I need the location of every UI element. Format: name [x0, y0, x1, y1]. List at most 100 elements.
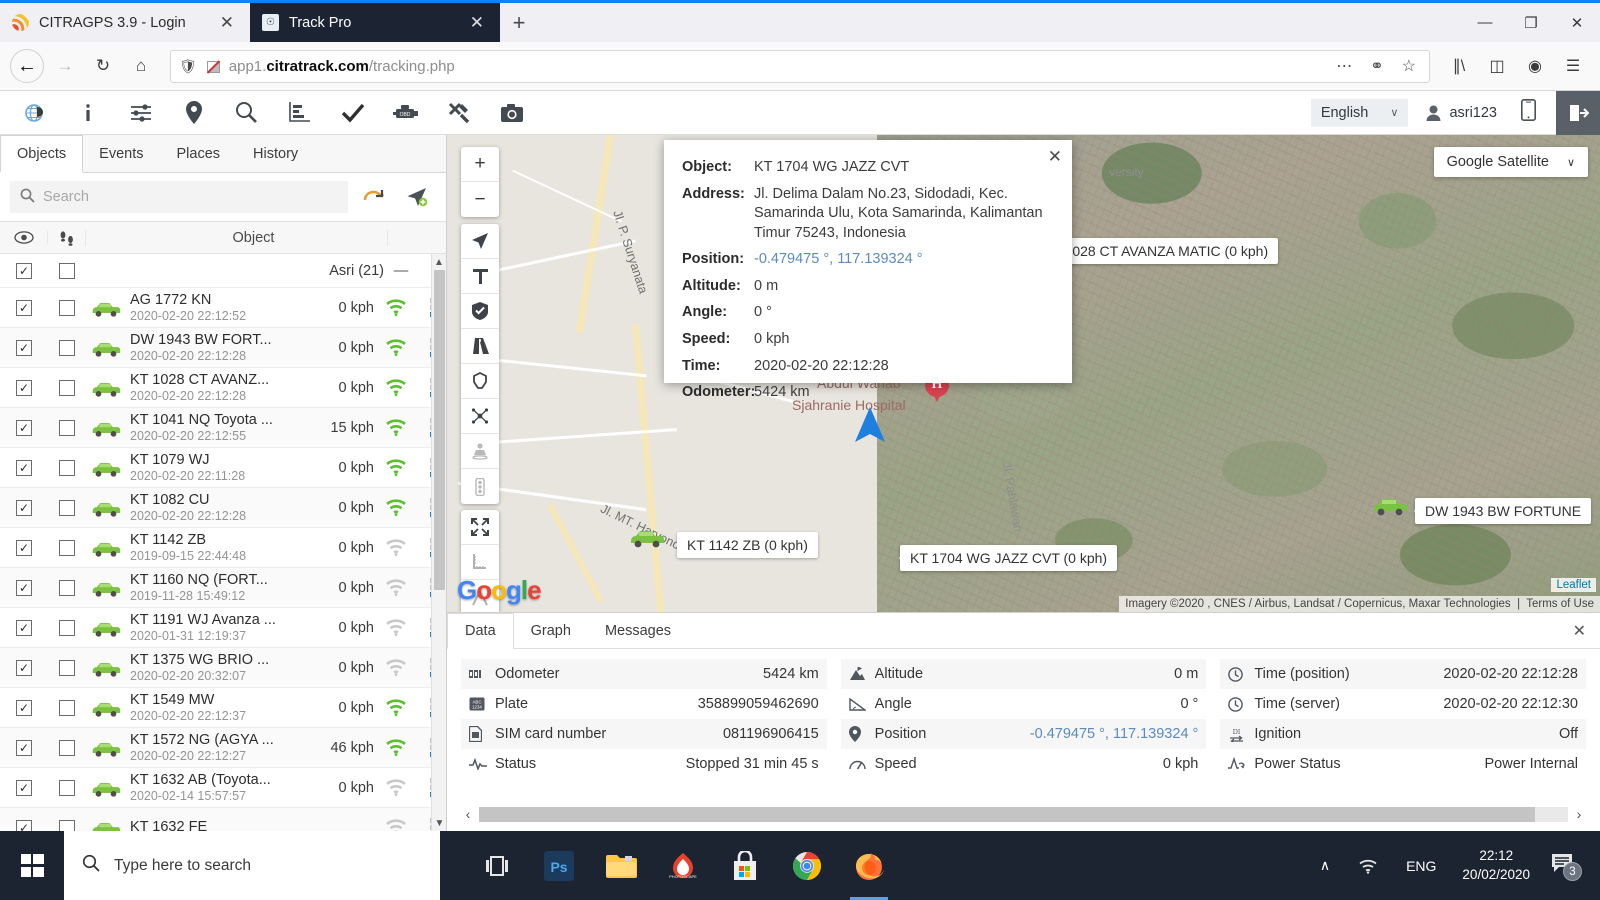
object-list-item[interactable]: ✓ KT 1082 CU 2020-02-20 22:12:28 0 kph	[0, 488, 446, 528]
text-label-icon[interactable]	[461, 259, 499, 294]
map-vehicle-label[interactable]: KT 1704 WG JAZZ CVT (0 kph)	[898, 545, 1118, 571]
leaflet-attribution-link[interactable]: Leaflet	[1551, 578, 1596, 592]
object-visible-checkbox[interactable]: ✓	[16, 619, 32, 636]
object-visible-checkbox[interactable]: ✓	[16, 779, 32, 796]
search-zoom-icon[interactable]	[220, 92, 273, 134]
object-visible-checkbox[interactable]: ✓	[16, 339, 32, 356]
sidebar-icon[interactable]: ◫	[1480, 49, 1514, 83]
data-panel-close-icon[interactable]: ✕	[1573, 621, 1586, 641]
popup-field-value[interactable]: -0.479475 °, 117.139324 °	[754, 250, 923, 270]
sidebar-scrollbar[interactable]: ▲ ▼	[431, 254, 446, 831]
bookmark-star-icon[interactable]: ☆	[1397, 56, 1421, 76]
object-visible-checkbox[interactable]: ✓	[16, 819, 32, 831]
object-visible-checkbox[interactable]: ✓	[16, 419, 32, 436]
check-icon[interactable]	[326, 92, 379, 134]
map-vehicle-label[interactable]: DW 1943 BW FORTUNE	[1413, 498, 1592, 524]
object-visible-checkbox[interactable]: ✓	[16, 699, 32, 716]
info-icon[interactable]	[61, 92, 114, 134]
object-visible-checkbox[interactable]: ✓	[16, 739, 32, 756]
tools-icon[interactable]	[432, 92, 485, 134]
scrollbar-track[interactable]	[479, 806, 1568, 822]
group-visible-checkbox[interactable]: ✓	[16, 262, 32, 279]
object-follow-checkbox[interactable]	[59, 499, 75, 516]
data-field-value[interactable]: -0.479475 °, 117.139324 °	[1030, 726, 1199, 742]
library-icon[interactable]: ∥\	[1442, 49, 1476, 83]
url-bar[interactable]: 🛡 app1.citratrack.com/tracking.php ⋯ ⚭ ☆	[170, 49, 1430, 83]
more-dots-icon[interactable]: ⋯	[1331, 56, 1357, 76]
reload-icon[interactable]: ↻	[86, 49, 120, 83]
object-follow-checkbox[interactable]	[59, 819, 75, 831]
settings-sliders-icon[interactable]	[114, 92, 167, 134]
forward-icon[interactable]: →	[48, 49, 82, 83]
scrollbar-thumb[interactable]	[479, 806, 1536, 822]
photoshop-icon[interactable]: Ps	[528, 831, 590, 900]
new-tab-button[interactable]: +	[500, 3, 538, 42]
account-icon[interactable]: ◉	[1518, 49, 1552, 83]
object-visible-checkbox[interactable]: ✓	[16, 299, 32, 316]
user-menu[interactable]: asri123	[1426, 105, 1497, 121]
object-list-item[interactable]: ✓ KT 1079 WJ 2020-02-20 22:11:28 0 kph	[0, 448, 446, 488]
scroll-down-icon[interactable]: ▼	[432, 815, 446, 831]
home-icon[interactable]: ⌂	[124, 49, 158, 83]
object-follow-checkbox[interactable]	[59, 619, 75, 636]
group-collapse-icon[interactable]: —	[384, 263, 418, 279]
object-follow-checkbox[interactable]	[59, 539, 75, 556]
object-visible-checkbox[interactable]: ✓	[16, 459, 32, 476]
hamburger-menu-icon[interactable]: ☰	[1556, 49, 1590, 83]
wifi-icon[interactable]	[1344, 858, 1392, 874]
scroll-left-icon[interactable]: ‹	[461, 806, 475, 822]
object-list-item[interactable]: ✓ KT 1632 FE	[0, 808, 446, 831]
polygon-icon[interactable]	[461, 364, 499, 399]
tab-messages[interactable]: Messages	[588, 613, 688, 648]
close-icon[interactable]: ✕	[466, 13, 488, 33]
tab-graph[interactable]: Graph	[514, 613, 588, 648]
photoscape-icon[interactable]: PHOTOSCAPE	[652, 831, 714, 900]
object-list-item[interactable]: ✓ KT 1028 CT AVANZ... 2020-02-20 22:12:28 0…	[0, 368, 446, 408]
scroll-right-icon[interactable]: ›	[1572, 806, 1586, 822]
maximize-button[interactable]: ❐	[1508, 3, 1554, 42]
add-object-icon[interactable]	[398, 181, 436, 213]
tab-objects[interactable]: Objects	[0, 135, 84, 173]
close-icon[interactable]: ✕	[216, 13, 238, 33]
object-list-item[interactable]: ✓ DW 1943 BW FORT... 2020-02-20 22:12:28 0 …	[0, 328, 446, 368]
tray-chevron-up-icon[interactable]: ∧	[1306, 857, 1344, 874]
object-follow-checkbox[interactable]	[59, 579, 75, 596]
globe-logo-icon[interactable]	[8, 92, 61, 134]
object-follow-checkbox[interactable]	[59, 699, 75, 716]
zoom-out-button[interactable]: −	[461, 182, 499, 217]
chrome-icon[interactable]	[776, 831, 838, 900]
object-list-item[interactable]: ✓ KT 1375 WG BRIO ... 2020-02-20 20:32:07 0…	[0, 648, 446, 688]
firefox-icon[interactable]	[838, 831, 900, 900]
scroll-up-icon[interactable]: ▲	[432, 254, 446, 270]
object-visible-checkbox[interactable]: ✓	[16, 539, 32, 556]
object-follow-checkbox[interactable]	[59, 659, 75, 676]
map-vehicle-label[interactable]: KT 1142 ZB (0 kph)	[676, 532, 818, 558]
object-list-item[interactable]: ✓ KT 1549 MW 2020-02-20 22:12:37 0 kph	[0, 688, 446, 728]
terms-of-use-link[interactable]: Terms of Use	[1526, 598, 1594, 610]
vehicle-marker-icon[interactable]	[1372, 493, 1408, 517]
object-list-item[interactable]: ✓ KT 1142 ZB 2019-09-15 22:44:48 0 kph	[0, 528, 446, 568]
tab-places[interactable]: Places	[161, 135, 238, 172]
pocket-icon[interactable]: ⚭	[1365, 56, 1388, 76]
object-group-row[interactable]: ✓ Asri (21) —	[0, 254, 446, 288]
object-visible-checkbox[interactable]: ✓	[16, 499, 32, 516]
tab-history[interactable]: History	[237, 135, 315, 172]
task-view-icon[interactable]	[466, 831, 528, 900]
browser-tab-citragps[interactable]: CITRAGPS 3.9 - Login ✕	[0, 3, 250, 42]
tray-language-indicator[interactable]: ENG	[1392, 858, 1450, 874]
object-list-item[interactable]: ✓ KT 1632 AB (Toyota... 2020-02-14 15:57:5…	[0, 768, 446, 808]
object-visible-checkbox[interactable]: ✓	[16, 579, 32, 596]
data-panel-horizontal-scrollbar[interactable]: ‹ ›	[461, 805, 1586, 823]
map-marker-icon[interactable]	[167, 92, 220, 134]
popup-close-icon[interactable]: ✕	[1048, 147, 1062, 167]
notifications-icon[interactable]: 3	[1542, 852, 1590, 881]
windows-start-icon[interactable]	[0, 831, 64, 900]
browser-tab-track-pro[interactable]: ☉ Track Pro ✕	[250, 3, 500, 42]
fullscreen-icon[interactable]	[461, 510, 499, 545]
traffic-light-icon[interactable]	[461, 469, 499, 504]
taskbar-search-box[interactable]: Type here to search	[64, 831, 440, 900]
camera-icon[interactable]	[485, 92, 538, 134]
tab-events[interactable]: Events	[83, 135, 160, 172]
window-close-button[interactable]: ✕	[1554, 3, 1600, 42]
refresh-icon[interactable]	[354, 181, 392, 213]
